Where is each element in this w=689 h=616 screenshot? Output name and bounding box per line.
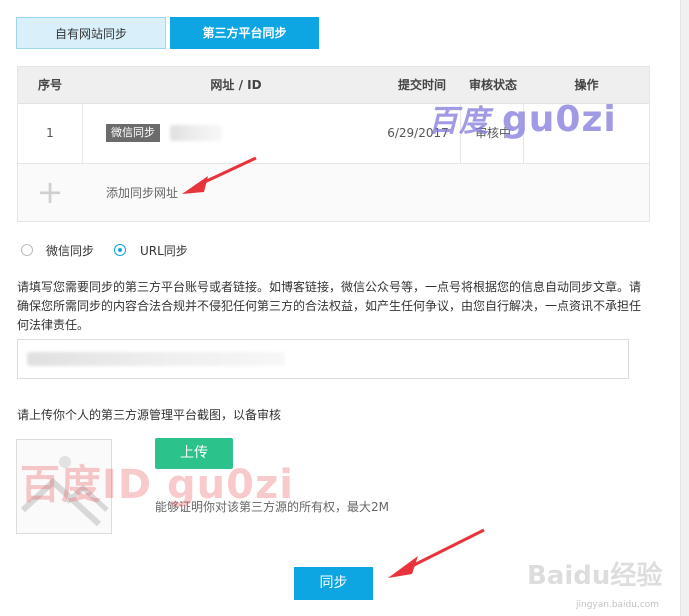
- watermark-middle: 百度ID gu0zi: [20, 462, 294, 508]
- plus-icon[interactable]: +: [18, 174, 82, 210]
- col-index-header: 序号: [37, 78, 62, 92]
- watermark-top-id: gu0zi: [502, 99, 617, 140]
- baidu-jingyan-logo: Baidu经验: [527, 561, 663, 591]
- upload-prompt: 请上传你个人的第三方源管理平台截图，以备审核: [17, 408, 282, 422]
- radio-wechat-sync[interactable]: [21, 244, 33, 256]
- watermark-top-cn: 百度: [428, 104, 490, 139]
- sync-url-input[interactable]: [17, 339, 629, 379]
- blurred-url-value: [27, 352, 285, 366]
- watermark-top: 百度 gu0zi: [428, 96, 617, 140]
- sync-submit-button[interactable]: 同步: [294, 567, 373, 600]
- radio-url-sync[interactable]: [114, 244, 126, 256]
- page-scrollbar[interactable]: [680, 0, 689, 616]
- col-url-header: 网址 / ID: [210, 78, 262, 92]
- annotation-arrow-icon: [182, 156, 257, 194]
- radio-url-label: URL同步: [140, 244, 188, 258]
- tab-own-site-sync[interactable]: 自有网站同步: [16, 17, 166, 49]
- row-index: 1: [46, 126, 54, 140]
- add-url-row[interactable]: + 添加同步网址: [18, 164, 649, 221]
- annotation-arrow-icon: [388, 528, 485, 578]
- tab-third-party-sync[interactable]: 第三方平台同步: [170, 17, 319, 49]
- add-sync-url-link[interactable]: 添加同步网址: [106, 184, 178, 201]
- blurred-account-id: [170, 125, 222, 141]
- wechat-sync-badge: 微信同步: [106, 124, 160, 142]
- baidu-jingyan-url: jingyan.baidu.com: [576, 600, 660, 610]
- radio-wechat-label: 微信同步: [46, 244, 95, 258]
- sync-table: 序号 网址 / ID 提交时间 审核状态 操作 1 微信同步 6/29/2017…: [17, 66, 650, 222]
- instructions-text: 请填写您需要同步的第三方平台账号或者链接。如博客链接，微信公众号等，一点号将根据…: [17, 280, 642, 332]
